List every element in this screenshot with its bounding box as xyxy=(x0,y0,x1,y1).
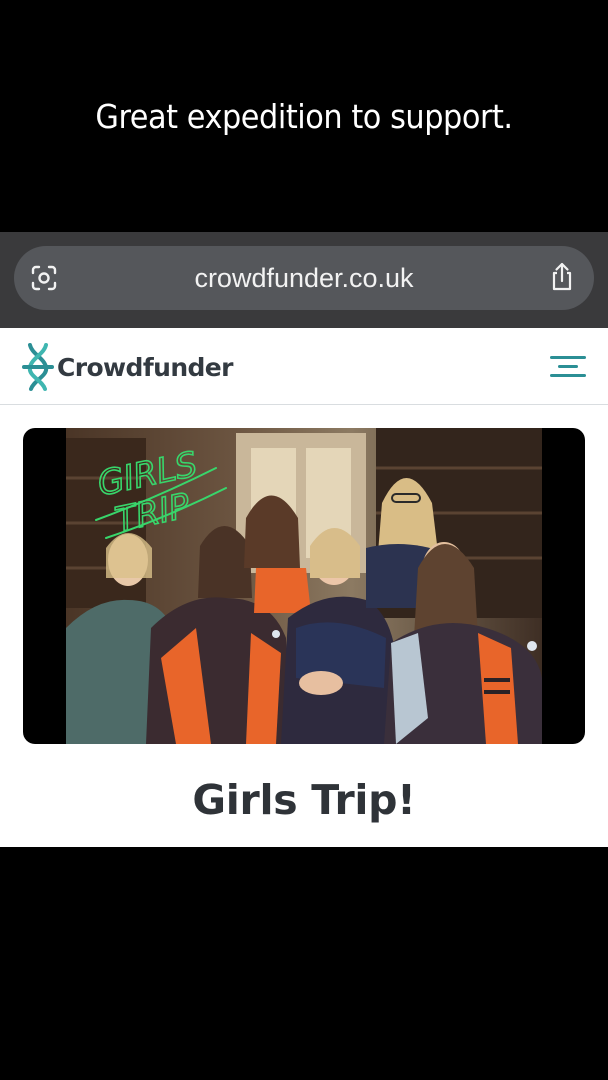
video-bottom-area xyxy=(0,847,608,1080)
video-caption: Great expedition to support. xyxy=(24,0,584,232)
site-header: Crowdfunder xyxy=(0,328,608,405)
share-icon[interactable] xyxy=(548,262,576,292)
url-text: crowdfunder.co.uk xyxy=(194,262,414,293)
campaign-title: Girls Trip! xyxy=(192,776,416,824)
logo-text: Crowdfunder xyxy=(57,352,234,382)
crowdfunder-logo-icon xyxy=(22,343,54,391)
crowdfunder-page: Crowdfunder GIRLS TRIP Girls Trip! xyxy=(0,328,608,847)
campaign-image[interactable]: GIRLS TRIP xyxy=(23,428,585,744)
url-field[interactable]: crowdfunder.co.uk xyxy=(14,246,594,310)
group-photo: GIRLS TRIP xyxy=(66,428,542,744)
camera-scan-icon[interactable] xyxy=(30,264,58,292)
browser-address-bar: crowdfunder.co.uk xyxy=(0,232,608,328)
hamburger-menu-icon[interactable] xyxy=(550,354,586,380)
crowdfunder-logo[interactable]: Crowdfunder xyxy=(22,342,234,392)
